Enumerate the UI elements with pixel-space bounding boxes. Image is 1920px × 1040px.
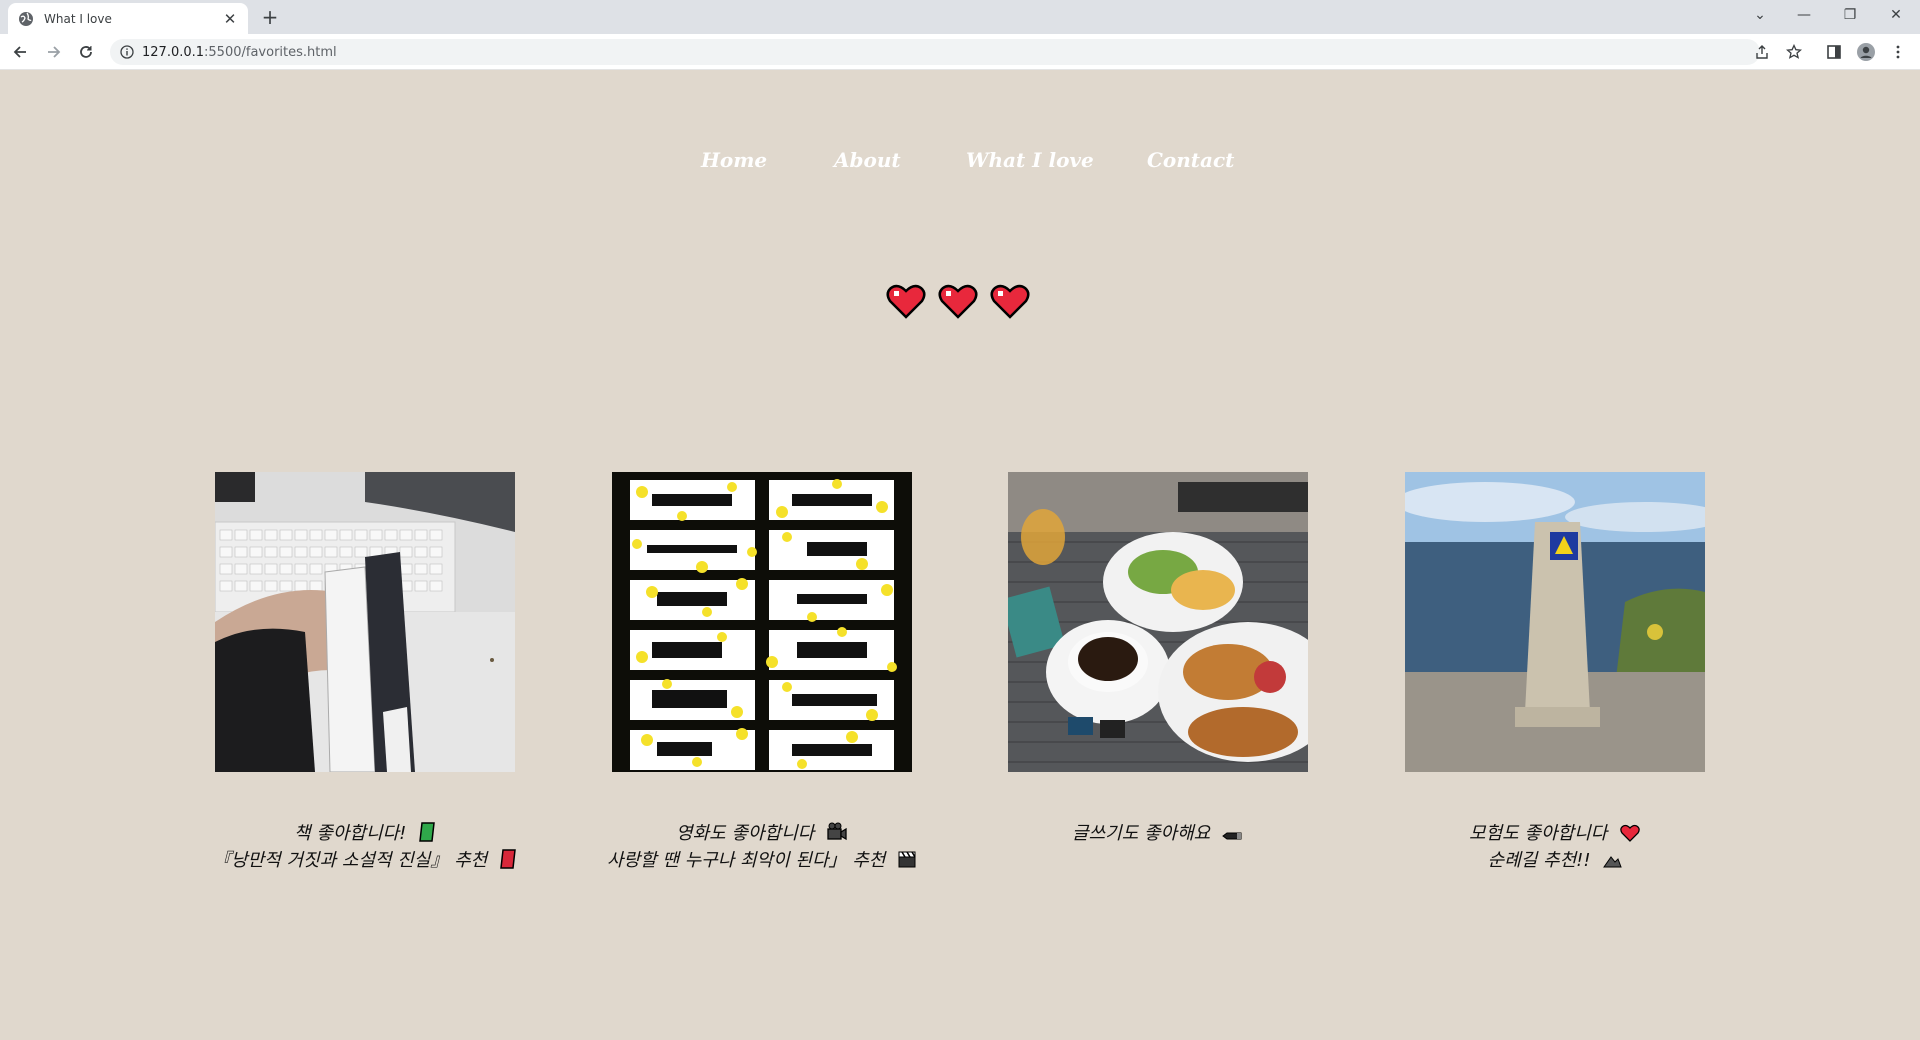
caption-text: 순례길 추천!!	[1487, 850, 1597, 871]
tab-search-icon[interactable]: ⌄	[1740, 0, 1780, 30]
nav-what-i-love[interactable]: What I love	[966, 148, 1094, 172]
reload-icon	[80, 46, 92, 58]
globe-icon	[19, 11, 33, 26]
share-button[interactable]	[1750, 40, 1774, 64]
tab-title: What I love	[44, 11, 112, 26]
movie-poster-photo	[612, 472, 912, 772]
camino-marker-photo	[1405, 472, 1705, 772]
caption-line: 책 좋아합니다!	[155, 820, 575, 847]
share-icon	[1756, 45, 1768, 59]
tab-close-icon[interactable]: ✕	[222, 10, 238, 28]
star-icon	[1786, 44, 1802, 59]
caption-line: 글쓰기도 좋아해요	[948, 820, 1368, 847]
forward-button[interactable]	[42, 40, 66, 64]
reload-button[interactable]	[74, 40, 98, 64]
heart-icon	[938, 284, 978, 319]
caption-line: 사랑할 땐 누구나 최악이 된다」 추천	[552, 847, 972, 874]
minimize-button[interactable]: —	[1784, 0, 1824, 30]
hiking-icon	[1603, 856, 1623, 868]
profile-button[interactable]	[1854, 40, 1878, 64]
movies-caption: 영화도 좋아합니다 사랑할 땐 누구나 최악이 된다」 추천	[552, 820, 972, 874]
caption-text: 모험도 좋아합니다	[1469, 823, 1613, 844]
writing-caption: 글쓰기도 좋아해요	[948, 820, 1368, 847]
nav-home[interactable]: Home	[701, 148, 767, 172]
close-window-button[interactable]: ✕	[1876, 0, 1916, 30]
cafe-photo	[1008, 472, 1308, 772]
address-bar[interactable]: 127.0.0.1:5500/favorites.html	[110, 39, 1760, 65]
browser-tab[interactable]: What I love ✕	[8, 3, 248, 34]
restore-button[interactable]: ❐	[1830, 0, 1870, 30]
nav-contact[interactable]: Contact	[1147, 148, 1234, 172]
url-text: 127.0.0.1:5500/favorites.html	[142, 45, 337, 60]
pen-icon	[1222, 832, 1242, 840]
new-tab-button[interactable]: +	[258, 6, 282, 28]
menu-button[interactable]	[1886, 40, 1910, 64]
side-panel-button[interactable]	[1822, 40, 1846, 64]
nav-about[interactable]: About	[834, 148, 901, 172]
side-panel-icon	[1827, 45, 1841, 59]
clapper-board-icon	[898, 851, 916, 868]
avatar-icon	[1857, 43, 1875, 61]
info-icon[interactable]	[120, 45, 134, 59]
caption-line: 순례길 추천!!	[1345, 847, 1765, 874]
url-host: 127.0.0.1	[142, 44, 205, 60]
caption-line: 영화도 좋아합니다	[552, 820, 972, 847]
books-caption: 책 좋아합니다! 『낭만적 거짓과 소설적 진실』 추천	[155, 820, 575, 874]
caption-text: 사랑할 땐 누구나 최악이 된다」 추천	[606, 850, 892, 871]
video-camera-icon	[827, 822, 847, 841]
red-book-icon	[500, 849, 516, 869]
hearts-row	[886, 283, 1032, 323]
heart-icon	[1620, 824, 1640, 842]
bookmark-button[interactable]	[1782, 40, 1806, 64]
caption-text: 『낭만적 거짓과 소설적 진실』 추천	[213, 850, 493, 871]
caption-line: 『낭만적 거짓과 소설적 진실』 추천	[155, 847, 575, 874]
url-path: :5500/favorites.html	[204, 44, 337, 60]
heart-icon	[990, 284, 1030, 319]
caption-line: 모험도 좋아합니다	[1345, 820, 1765, 847]
kebab-menu-icon	[1896, 45, 1900, 59]
browser-toolbar: 127.0.0.1:5500/favorites.html	[0, 34, 1920, 70]
arrow-right-icon	[48, 46, 61, 58]
green-book-icon	[419, 822, 435, 842]
back-button[interactable]	[8, 40, 32, 64]
caption-text: 영화도 좋아합니다	[676, 823, 820, 844]
caption-text: 책 좋아합니다!	[293, 823, 413, 844]
main-nav: Home About What I love Contact	[0, 148, 1920, 182]
caption-text: 글쓰기도 좋아해요	[1072, 823, 1216, 844]
tab-strip: What I love ✕ + ⌄ — ❐ ✕	[0, 0, 1920, 34]
heart-icon	[886, 284, 926, 319]
adventure-caption: 모험도 좋아합니다 순례길 추천!!	[1345, 820, 1765, 874]
arrow-left-icon	[13, 46, 26, 58]
books-photo	[215, 472, 515, 772]
